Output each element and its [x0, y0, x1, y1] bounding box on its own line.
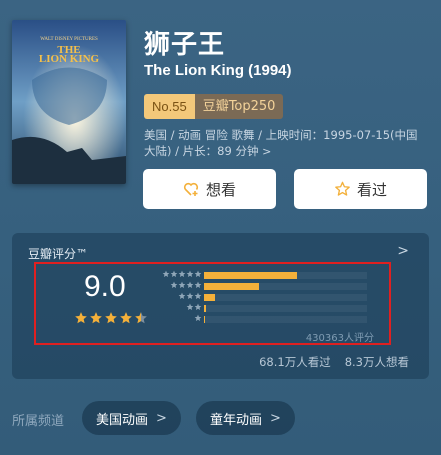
star-icon [178, 292, 186, 299]
distribution-stars [170, 281, 202, 289]
chevron-right-icon: > [262, 145, 272, 158]
distribution-stars [178, 292, 202, 300]
distribution-bar [204, 305, 206, 312]
rank-list-name: 豆瓣Top250 [194, 94, 284, 119]
channel-chip-label: 童年动画 [210, 412, 263, 428]
seen-label: 看过 [356, 180, 387, 199]
distribution-track [204, 305, 367, 312]
channels-label: 所属频道 [12, 414, 65, 429]
distribution-stars [186, 303, 202, 311]
star-icon [186, 292, 194, 299]
distribution-row [157, 303, 382, 313]
distribution-row [157, 270, 382, 280]
want-label: 想看 [205, 180, 236, 199]
distribution-stars [194, 314, 202, 322]
rating-header: 豆瓣评分™ [28, 247, 89, 261]
watch-counts: 68.1万人看过 8.3万人想看 [259, 354, 409, 370]
heart-plus-icon [183, 181, 200, 197]
star-icon [120, 312, 132, 324]
movie-title: 狮子王 [144, 30, 226, 60]
distribution-track [204, 294, 367, 301]
star-icon [135, 312, 147, 324]
distribution-track [204, 316, 367, 323]
chevron-right-icon: > [156, 410, 167, 426]
distribution-bar [204, 316, 205, 323]
star-icon [170, 281, 178, 288]
star-icon [194, 270, 202, 277]
rank-number: No.55 [144, 94, 195, 119]
distribution-row [157, 314, 382, 324]
rating-votes: 430363人评分 [305, 333, 374, 344]
distribution-row [157, 281, 382, 291]
distribution-bar [204, 294, 216, 301]
star-icon [194, 281, 202, 288]
svg-text:WALT DISNEY PICTURES: WALT DISNEY PICTURES [40, 37, 98, 42]
distribution-bar [204, 283, 260, 290]
star-outline-icon [334, 181, 351, 197]
seen-count: 68.1万人看过 [259, 355, 331, 369]
distribution-bar [204, 272, 297, 279]
meta-line-2: 大陆) / 片长：89 分钟 [144, 144, 259, 158]
distribution-stars [162, 270, 202, 278]
chevron-right-icon: > [397, 243, 409, 259]
rating-distribution [157, 270, 382, 325]
want-count: 8.3万人想看 [344, 355, 409, 369]
star-icon [186, 281, 194, 288]
channel-chip-childhood-animation[interactable]: 童年动画 > [196, 401, 295, 435]
movie-detail-page: WALT DISNEY PICTURES THE LION KING 狮子王 T… [0, 0, 441, 455]
watched-button[interactable]: 看过 [294, 169, 427, 209]
star-icon [186, 270, 194, 277]
want-to-watch-button[interactable]: 想看 [143, 169, 276, 209]
star-icon [75, 312, 87, 324]
star-icon [194, 292, 202, 299]
channel-chip-us-animation[interactable]: 美国动画 > [82, 401, 181, 435]
star-icon [90, 312, 102, 324]
poster-logo-text: LION KING [39, 53, 100, 65]
rating-score: 9.0 [84, 270, 126, 303]
star-icon [178, 270, 186, 277]
distribution-row [157, 292, 382, 302]
movie-original-title: The Lion King (1994) [144, 62, 292, 79]
star-icon [186, 303, 194, 310]
movie-meta[interactable]: 美国 / 动画 冒险 歌舞 / 上映时间：1995-07-15(中国 大陆) /… [144, 127, 434, 160]
chevron-right-icon: > [270, 410, 281, 426]
star-icon [194, 303, 202, 310]
star-icon [170, 270, 178, 277]
rating-stars [74, 311, 148, 325]
star-icon [194, 314, 202, 321]
star-icon [105, 312, 117, 324]
star-icon [162, 270, 170, 277]
rating-card[interactable]: 豆瓣评分™ > 9.0 430363人评分 68.1万人看过 8.3万人想看 [12, 233, 429, 379]
star-icon [178, 281, 186, 288]
rank-badge[interactable]: No.55 豆瓣Top250 [144, 94, 284, 119]
meta-line-1: 美国 / 动画 冒险 歌舞 / 上映时间：1995-07-15(中国 [144, 128, 418, 142]
channel-chip-label: 美国动画 [96, 412, 149, 428]
movie-poster[interactable]: WALT DISNEY PICTURES THE LION KING [12, 20, 126, 184]
